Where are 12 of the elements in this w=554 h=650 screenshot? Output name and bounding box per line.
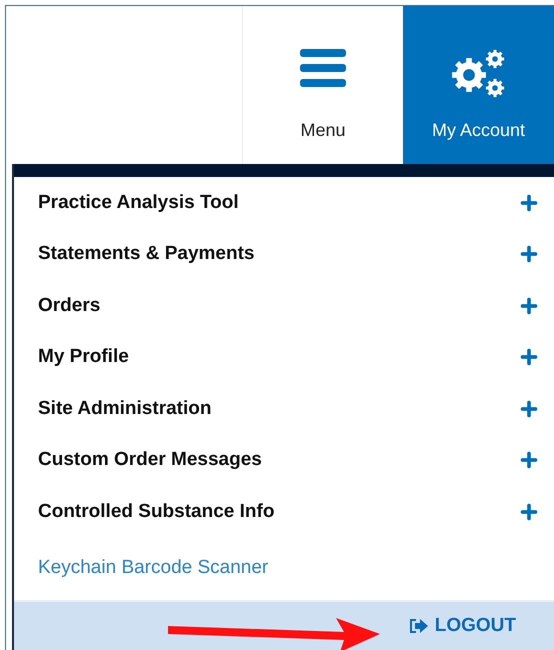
header-tab[interactable]: My Account: [403, 6, 554, 164]
menu-section[interactable]: Practice Analysis Tool: [38, 188, 239, 217]
menu-section[interactable]: My Profile: [38, 343, 129, 372]
menu-icon: [299, 48, 347, 88]
menu-section[interactable]: Controlled Substance Info: [38, 498, 274, 526]
logout-icon: [408, 618, 429, 634]
logout-button[interactable]: LOGOUT: [408, 612, 516, 640]
menu-section[interactable]: Site Administration: [38, 394, 212, 423]
menu-section[interactable]: Orders: [38, 292, 100, 320]
menu-section[interactable]: Custom Order Messages: [38, 446, 262, 474]
menu-link[interactable]: Keychain Barcode Scanner: [38, 554, 268, 583]
menu-section[interactable]: Statements & Payments: [38, 240, 254, 268]
